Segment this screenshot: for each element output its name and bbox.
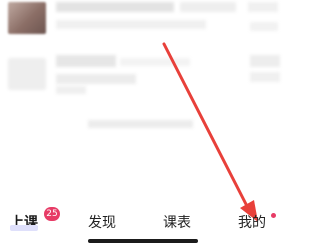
tab-wode[interactable]: 我的	[238, 211, 266, 235]
tab-label: 我的	[238, 215, 266, 231]
bottom-tab-bar: 上课 发现 课表 我的	[0, 204, 285, 243]
notification-badge: 25	[44, 207, 60, 221]
tab-label: 发现	[88, 215, 116, 231]
tab-label: 课表	[163, 215, 191, 231]
notification-dot	[271, 213, 276, 218]
home-indicator	[88, 239, 198, 243]
tab-kebiao[interactable]: 课表	[163, 211, 191, 235]
tab-shangke[interactable]: 上课	[10, 211, 38, 235]
active-tab-underline	[10, 225, 38, 231]
tab-faxian[interactable]: 发现	[88, 211, 116, 235]
